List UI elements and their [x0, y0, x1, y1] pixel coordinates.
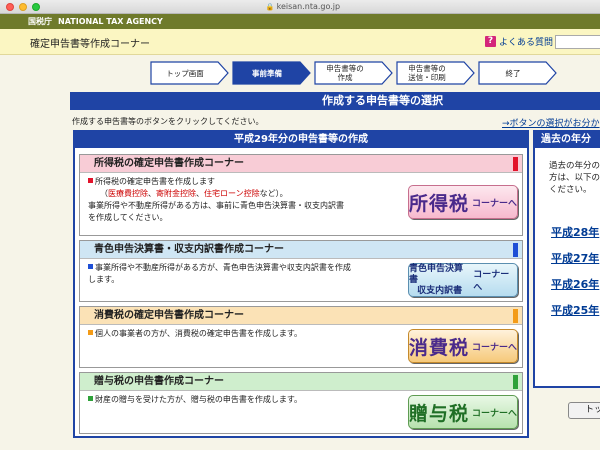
step-label-line2: 送信・印刷	[408, 73, 446, 82]
lock-icon: 🔒	[265, 3, 275, 11]
agency-banner: 国税庁 NATIONAL TAX AGENCY	[0, 14, 600, 29]
agency-kanji[interactable]: 国税庁	[28, 17, 52, 26]
description-text: 財産の贈与を受けた方が、贈与税の申告書を作成します。	[95, 395, 303, 404]
section-title: 消費税の確定申告書作成コーナー	[80, 307, 522, 325]
step-label-line2: 作成	[337, 73, 353, 82]
income-tax-section: 所得税の確定申告書作成コーナー 所得税の確定申告書を作成します （医療費控除、寄…	[79, 154, 523, 236]
question-icon: ?	[485, 36, 496, 47]
blue-return-section: 青色申告決算書・収支内訳書作成コーナー 事業所得や不動産所得がある方が、青色申告…	[79, 240, 523, 302]
past-year-link-h25[interactable]: 平成25年	[551, 302, 599, 318]
button-sub-text: コーナーへ	[473, 270, 510, 293]
current-year-panel: 平成29年分の申告書等の作成 所得税の確定申告書作成コーナー 所得税の確定申告書…	[73, 130, 529, 438]
blue-return-corner-button[interactable]: 青色申告決算書 収支内訳書 コーナーへ	[408, 263, 518, 297]
app-header: 確定申告書等作成コーナー ? よくある質問	[0, 29, 600, 55]
help-selecting-link[interactable]: →ボタンの選択がお分か	[502, 116, 600, 129]
section-marker	[513, 375, 518, 389]
past-year-link-h28[interactable]: 平成28年	[551, 224, 599, 240]
section-title-text: 贈与税の申告書作成コーナー	[94, 376, 224, 387]
past-text-line: 方は、以下の	[549, 173, 600, 183]
paren-close: など）。	[259, 189, 288, 198]
past-year-link-h26[interactable]: 平成26年	[551, 276, 599, 292]
page-title: 作成する申告書等の選択	[70, 92, 600, 110]
section-title: 贈与税の申告書作成コーナー	[80, 373, 522, 391]
bullet-icon	[88, 396, 93, 401]
button-sub-text: コーナーへ	[472, 408, 518, 419]
section-marker	[513, 243, 518, 257]
button-main-text: 消費税	[409, 336, 470, 359]
step-send-print: 申告書等の 送信・印刷	[396, 61, 475, 85]
minimize-window-button[interactable]	[19, 3, 27, 11]
faq-label: よくある質問	[499, 38, 554, 48]
progress-steps: トップ画面 事前準備 申告書等の 作成 申告書等の 送信・印刷 終了	[150, 61, 560, 85]
deduction-sep: 、	[196, 189, 204, 198]
past-panel-text: 過去の年分の 方は、以下の ください。	[549, 160, 600, 196]
app-title: 確定申告書等作成コーナー	[30, 39, 150, 50]
past-text-line: ください。	[549, 185, 592, 195]
button-line1: 青色申告決算書	[409, 263, 464, 285]
step-label: トップ画面	[166, 68, 204, 78]
button-sub-text: コーナーへ	[472, 198, 518, 209]
step-label: 申告書等の 作成	[326, 64, 380, 82]
past-year-link-h27[interactable]: 平成27年	[551, 250, 599, 266]
income-tax-corner-button[interactable]: 所得税 コーナーへ	[408, 185, 518, 219]
instruction-text: 作成する申告書等のボタンをクリックしてください。	[72, 117, 264, 126]
button-main-text: 所得税	[409, 192, 470, 215]
browser-titlebar: 🔒 keisan.nta.go.jp	[0, 0, 600, 14]
deduction-housing-loan: 住宅ローン控除	[204, 189, 260, 198]
button-main-text: 青色申告決算書 収支内訳書	[409, 264, 470, 297]
step-label: 終了	[505, 68, 521, 78]
section-marker	[513, 157, 518, 171]
maximize-window-button[interactable]	[32, 3, 40, 11]
past-panel-title: 過去の年分	[535, 132, 600, 148]
bullet-icon	[88, 330, 93, 335]
bullet-icon	[88, 178, 93, 183]
panel-title: 平成29年分の申告書等の作成	[75, 132, 527, 148]
step-top: トップ画面	[150, 61, 229, 85]
bullet-icon	[88, 264, 93, 269]
step-create: 申告書等の 作成	[314, 61, 393, 85]
address-bar[interactable]: 🔒 keisan.nta.go.jp	[248, 1, 358, 13]
description-text: 所得税の確定申告書を作成します	[95, 177, 215, 186]
consumption-tax-corner-button[interactable]: 消費税 コーナーへ	[408, 329, 518, 363]
past-text-line: 過去の年分の	[549, 161, 600, 171]
button-main-text: 贈与税	[409, 402, 470, 425]
section-marker	[513, 309, 518, 323]
agency-name[interactable]: NATIONAL TAX AGENCY	[58, 17, 163, 26]
step-label: 申告書等の 送信・印刷	[408, 64, 462, 82]
description-text: 事業所得や不動産所得がある方が、青色申告決算書や収支内訳書を作成	[95, 263, 351, 272]
deduction-medical: 医療費控除	[108, 189, 148, 198]
deduction-sep: 、	[148, 189, 156, 198]
section-title-text: 青色申告決算書・収支内訳書作成コーナー	[94, 244, 284, 255]
close-window-button[interactable]	[6, 3, 14, 11]
section-title-text: 所得税の確定申告書作成コーナー	[94, 158, 244, 169]
section-title: 所得税の確定申告書作成コーナー	[80, 155, 522, 173]
step-preparation: 事前準備	[232, 61, 311, 85]
gift-tax-corner-button[interactable]: 贈与税 コーナーへ	[408, 395, 518, 429]
section-title-text: 消費税の確定申告書作成コーナー	[94, 310, 244, 321]
description-text: 個人の事業者の方が、消費税の確定申告書を作成します。	[95, 329, 303, 338]
url-text: keisan.nta.go.jp	[276, 2, 341, 11]
button-sub-text: コーナーへ	[472, 342, 518, 353]
header-search-input[interactable]	[555, 35, 600, 49]
step-finish: 終了	[478, 61, 557, 85]
step-label-line1: 申告書等の	[408, 64, 446, 73]
gift-tax-section: 贈与税の申告書作成コーナー 財産の贈与を受けた方が、贈与税の申告書を作成します。…	[79, 372, 523, 434]
faq-link[interactable]: ? よくある質問	[485, 35, 553, 48]
deduction-donation: 寄附金控除	[156, 189, 196, 198]
past-years-panel: 過去の年分 過去の年分の 方は、以下の ください。 平成28年 平成27年 平成…	[533, 130, 600, 388]
paren-open: （	[100, 189, 108, 198]
step-label-line1: 申告書等の	[326, 64, 364, 73]
button-line2: 収支内訳書	[417, 285, 463, 296]
section-title: 青色申告決算書・収支内訳書作成コーナー	[80, 241, 522, 259]
back-to-top-button[interactable]: トッ	[568, 402, 600, 419]
consumption-tax-section: 消費税の確定申告書作成コーナー 個人の事業者の方が、消費税の確定申告書を作成しま…	[79, 306, 523, 368]
step-label: 事前準備	[252, 68, 282, 78]
